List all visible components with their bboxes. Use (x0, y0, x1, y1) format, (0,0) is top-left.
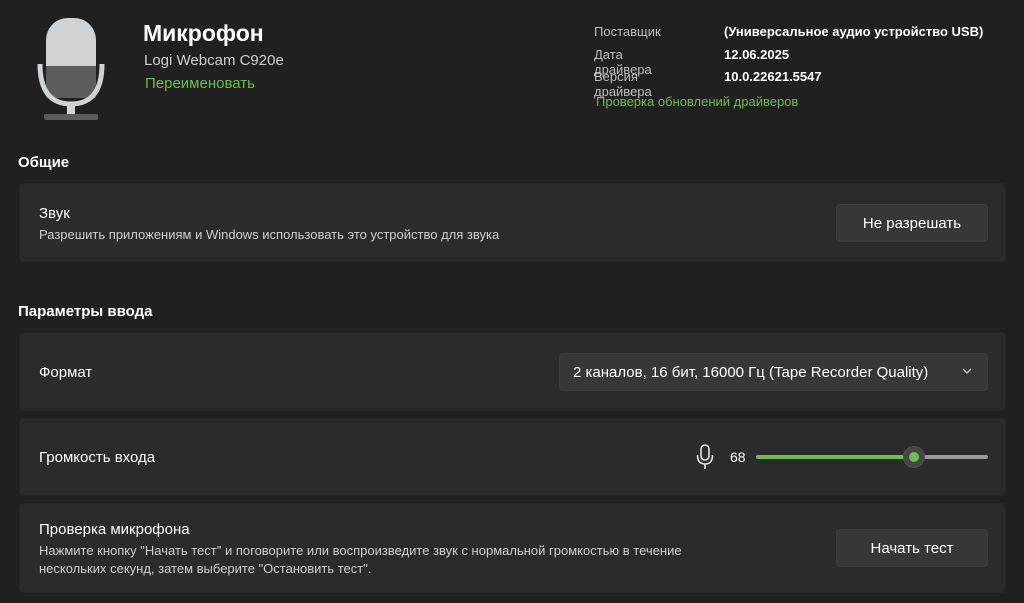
volume-slider-fill (756, 455, 914, 459)
driver-date-value: 12.06.2025 (724, 46, 790, 62)
device-header: Микрофон Logi Webcam C920e Переименовать… (0, 0, 1024, 140)
start-test-button[interactable]: Начать тест (836, 529, 988, 567)
volume-value: 68 (730, 449, 746, 465)
sound-title: Звук (39, 205, 70, 222)
sound-card: Звук Разрешить приложениям и Windows исп… (19, 183, 1006, 262)
driver-provider-label: Поставщик (594, 24, 661, 39)
format-dropdown[interactable]: 2 каналов, 16 бит, 16000 Гц (Tape Record… (559, 353, 988, 391)
device-name: Logi Webcam C920e (144, 52, 284, 69)
chevron-down-icon (962, 368, 972, 374)
section-title-general: Общие (18, 154, 70, 171)
volume-slider-thumb[interactable] (903, 446, 925, 468)
mic-test-title: Проверка микрофона (39, 521, 190, 538)
format-card: Формат 2 каналов, 16 бит, 16000 Гц (Tape… (19, 332, 1006, 411)
page-title: Микрофон (143, 20, 264, 46)
mic-test-card: Проверка микрофона Нажмите кнопку "Начат… (19, 503, 1006, 593)
format-label: Формат (39, 364, 93, 381)
format-value: 2 каналов, 16 бит, 16000 Гц (Tape Record… (573, 363, 929, 381)
volume-card: Громкость входа 68 (19, 418, 1006, 496)
mic-test-subtitle-line2: нескольких секунд, затем выберите "Остан… (39, 561, 372, 576)
driver-version-value: 10.0.22621.5547 (724, 69, 822, 84)
volume-label: Громкость входа (39, 449, 156, 466)
deny-sound-button[interactable]: Не разрешать (836, 204, 988, 242)
microphone-illustration-icon (37, 18, 105, 120)
microphone-icon (696, 444, 714, 469)
section-title-input: Параметры ввода (18, 303, 153, 320)
driver-provider-value: (Универсальное аудио устройство USB) (724, 24, 984, 39)
check-driver-updates-link[interactable]: Проверка обновлений драйверов (596, 94, 798, 109)
rename-link[interactable]: Переименовать (145, 75, 255, 92)
volume-slider[interactable] (756, 445, 988, 469)
sound-subtitle: Разрешить приложениям и Windows использо… (39, 227, 500, 242)
mic-test-subtitle-line1: Нажмите кнопку "Начать тест" и поговорит… (39, 543, 682, 558)
